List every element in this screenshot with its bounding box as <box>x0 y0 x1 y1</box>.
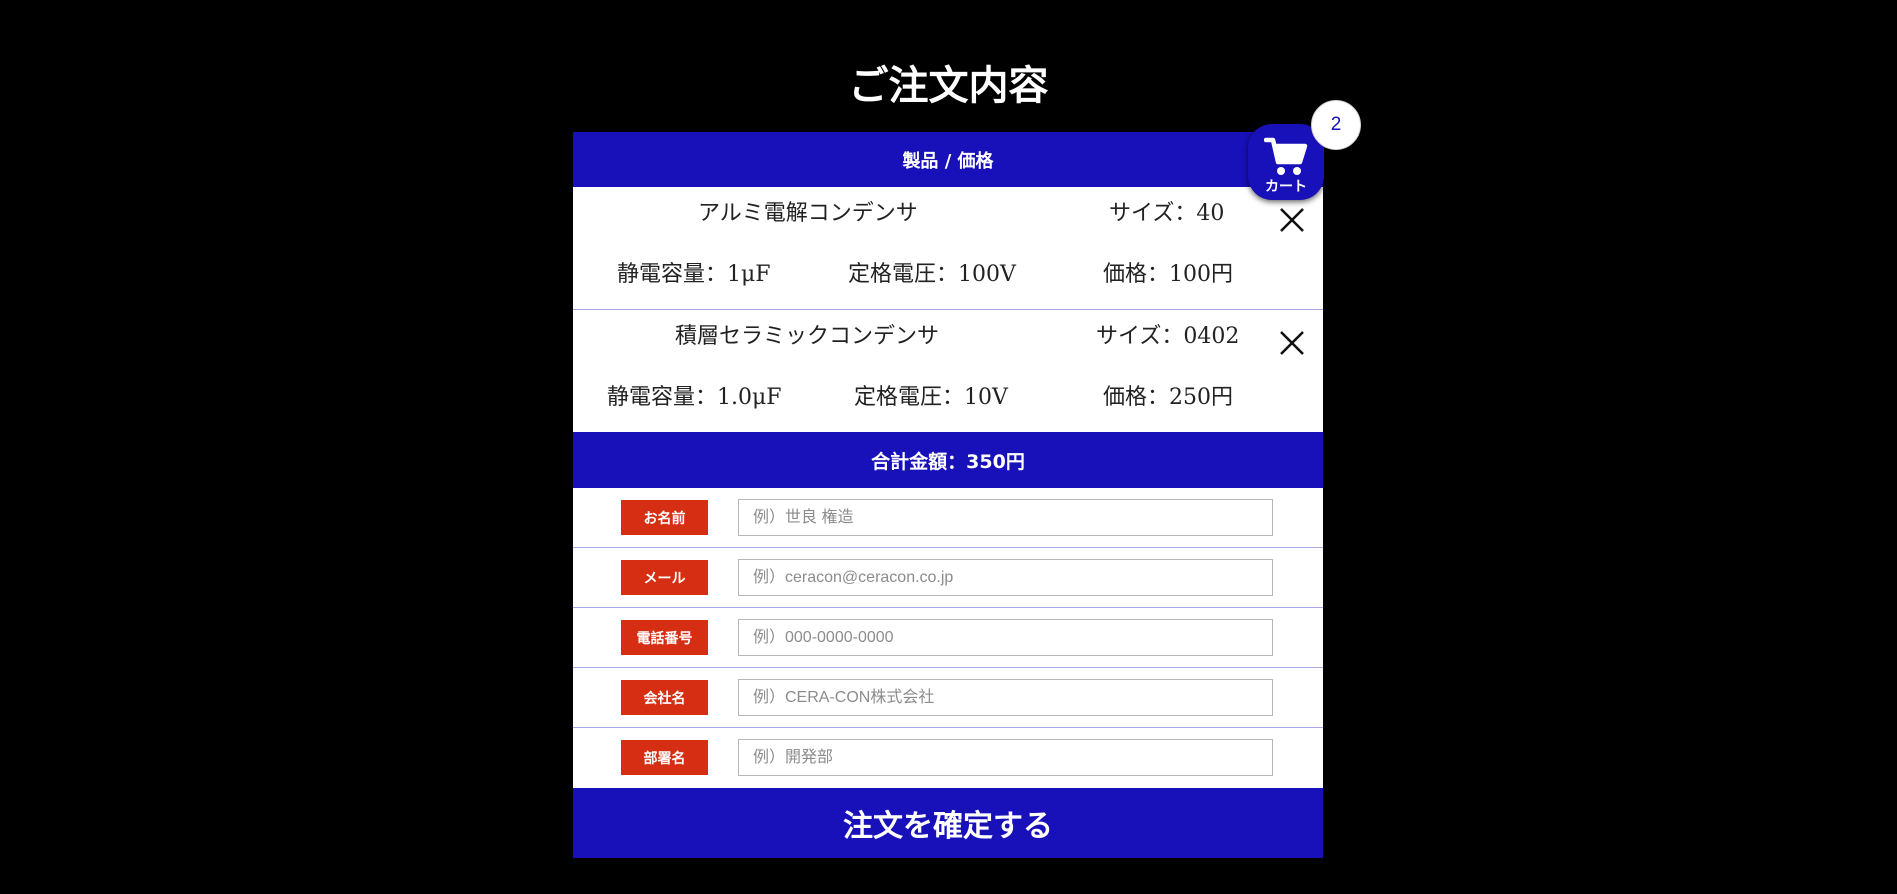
form-row-phone: 電話番号 <box>573 608 1323 668</box>
product-price: 価格：250円 <box>1103 385 1233 410</box>
email-field[interactable] <box>738 559 1273 596</box>
product-row: アルミ電解コンデンサ サイズ：40 静電容量：1μF 定格電圧：100V 価格：… <box>573 187 1323 310</box>
product-voltage: 定格電圧：10V <box>854 385 1008 410</box>
product-price: 価格：100円 <box>1103 262 1233 287</box>
cart-label: カート <box>1265 179 1307 195</box>
form-row-department: 部署名 <box>573 728 1323 788</box>
company-label: 会社名 <box>621 680 708 715</box>
order-panel: 製品 / 価格 アルミ電解コンデンサ サイズ：40 静電容量：1μF 定格電圧：… <box>573 132 1323 858</box>
form-row-company: 会社名 <box>573 668 1323 728</box>
close-icon <box>1280 208 1304 232</box>
product-row: 積層セラミックコンデンサ サイズ：0402 静電容量：1.0μF 定格電圧：10… <box>573 310 1323 432</box>
form-row-email: メール <box>573 548 1323 608</box>
product-size: サイズ：40 <box>1109 201 1225 226</box>
cart-count-badge: 2 <box>1311 100 1361 150</box>
name-label: お名前 <box>621 500 708 535</box>
product-price-header: 製品 / 価格 <box>573 132 1323 187</box>
product-name: アルミ電解コンデンサ <box>698 201 918 226</box>
product-capacitance: 静電容量：1μF <box>617 262 771 287</box>
close-icon <box>1280 331 1304 355</box>
product-capacitance: 静電容量：1.0μF <box>607 385 782 410</box>
product-size: サイズ：0402 <box>1096 324 1240 349</box>
product-name: 積層セラミックコンデンサ <box>675 324 940 349</box>
page-title: ご注文内容 <box>848 63 1049 109</box>
product-voltage: 定格電圧：100V <box>848 262 1016 287</box>
phone-label: 電話番号 <box>621 620 708 655</box>
total-amount: 合計金額：350円 <box>573 432 1323 488</box>
remove-item-button[interactable] <box>1276 327 1308 359</box>
phone-field[interactable] <box>738 619 1273 656</box>
cart-icon <box>1264 137 1308 175</box>
company-field[interactable] <box>738 679 1273 716</box>
name-field[interactable] <box>738 499 1273 536</box>
form-row-name: お名前 <box>573 488 1323 548</box>
email-label: メール <box>621 560 708 595</box>
remove-item-button[interactable] <box>1276 204 1308 236</box>
department-label: 部署名 <box>621 740 708 775</box>
confirm-order-button[interactable]: 注文を確定する <box>573 788 1323 858</box>
department-field[interactable] <box>738 739 1273 776</box>
